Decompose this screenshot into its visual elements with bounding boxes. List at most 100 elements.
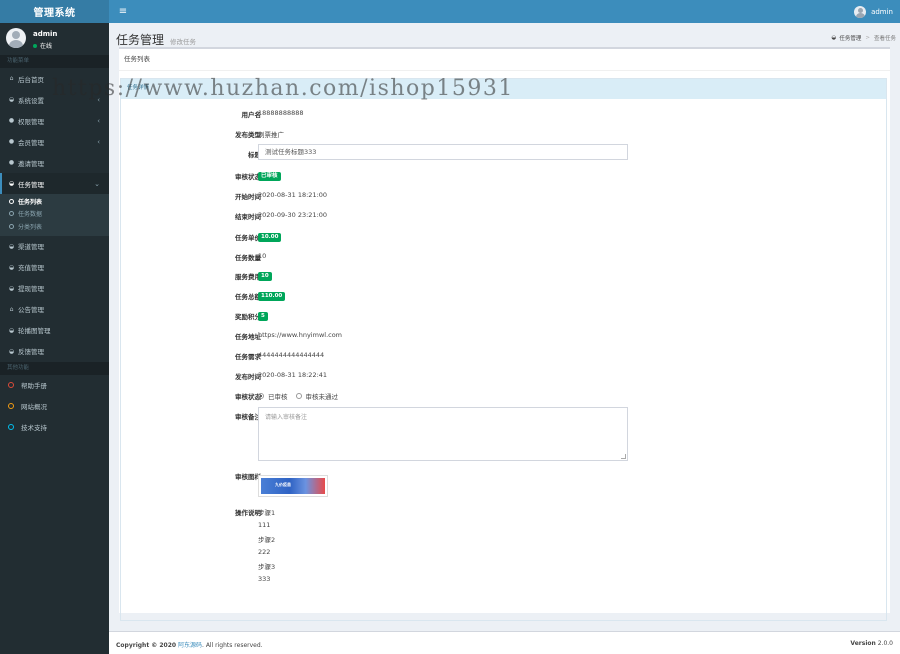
field-label: 操作说明 — [235, 509, 261, 517]
tasks-submenu: 任务列表 任务数据 分类列表 — [0, 194, 109, 236]
nav-user-menu[interactable]: admin — [854, 0, 893, 23]
points-badge: 5 — [258, 312, 268, 321]
sidebar-item-feedback[interactable]: ◒ 反馈管理 — [0, 341, 109, 362]
user-status-text: 在线 — [40, 43, 53, 50]
title-input[interactable]: 测试任务标题333 — [258, 144, 628, 160]
sidebar-item-label: 渠道管理 — [18, 243, 44, 251]
field-label: 奖励积分 — [235, 313, 261, 321]
breadcrumb-current: 查看任务 — [873, 36, 896, 42]
sidebar-item-tasks[interactable]: ◒ 任务管理 ⌄ — [0, 173, 109, 194]
user-avatar-icon — [854, 5, 867, 18]
sidebar-item-settings[interactable]: ◒ 系统设置 ‹ — [0, 89, 109, 110]
sidebar-item-channels[interactable]: ◒ 渠道管理 — [0, 236, 109, 257]
field-label: 标题 — [248, 151, 261, 159]
audit-radio-group: 已审核 审核未通过 — [258, 391, 338, 401]
page-subtitle: 修改任务 — [170, 38, 197, 46]
username-value: 18888888888 — [258, 109, 304, 117]
dashboard-icon: ◒ — [8, 263, 15, 271]
circle-icon — [8, 382, 14, 388]
circle-icon — [9, 211, 14, 217]
sample-image[interactable]: 九价疫苗 — [258, 475, 328, 497]
service-fee-badge: 10 — [258, 272, 272, 281]
sidebar-item-invites[interactable]: ● 邀请管理 — [0, 152, 109, 173]
field-label: 审核图样 — [235, 473, 261, 481]
user-panel: admin 在线 — [0, 23, 109, 55]
task-detail-panel: 任务详情 用户名 18888888888 发布类型 刷票推广 标题 测试任务标题… — [120, 78, 887, 621]
sidebar-item-permissions[interactable]: ● 权限管理 ‹ — [0, 110, 109, 131]
dashboard-icon: ◒ — [8, 347, 15, 355]
sidebar-item-label: 充值管理 — [18, 264, 44, 272]
chevron-left-icon: ‹ — [97, 137, 100, 146]
type-value: 刷票推广 — [258, 131, 284, 139]
field-label: 发布类型 — [235, 131, 261, 139]
sidebar-item-label: 邀请管理 — [18, 159, 44, 168]
circle-icon — [8, 424, 14, 430]
step-line: 步骤1 — [258, 509, 276, 517]
users-icon: ● — [8, 138, 15, 145]
step-line: 222 — [258, 547, 271, 556]
footer-link[interactable]: 阿东源码 — [178, 642, 202, 649]
footer: Copyright © 2020 阿东源码. All rights reserv… — [109, 631, 900, 654]
submenu-item-task-list[interactable]: 任务列表 — [0, 195, 109, 208]
chevron-down-icon: ⌄ — [94, 179, 100, 188]
submenu-item-categories[interactable]: 分类列表 — [0, 220, 109, 233]
unit-price-badge: 10.00 — [258, 233, 282, 242]
home-icon: ⌂ — [9, 75, 14, 82]
dashboard-icon: ◒ — [8, 96, 15, 103]
menu-toggle-icon[interactable]: ≡ — [117, 6, 129, 17]
sidebar-item-help[interactable]: 帮助手册 — [0, 375, 109, 396]
field-label: 审核状态 — [235, 173, 261, 181]
sidebar-item-support[interactable]: 技术支持 — [0, 417, 109, 438]
breadcrumb-home[interactable]: 任务管理 — [839, 34, 861, 42]
end-time-value: 2020-09-30 23:21:00 — [258, 211, 328, 219]
sidebar-item-label: 帮助手册 — [21, 382, 47, 390]
step-line: 步骤2 — [258, 536, 276, 544]
radio-approved-label: 已审核 — [268, 393, 288, 401]
user-status: 在线 — [33, 41, 52, 50]
submenu-item-task-data[interactable]: 任务数据 — [0, 208, 109, 221]
version-label: Version — [850, 640, 876, 647]
field-label: 结束时间 — [235, 213, 261, 221]
chevron-left-icon: ‹ — [97, 116, 100, 125]
menu-header-other: 其他功能 — [0, 361, 109, 375]
top-bar: 管理系统 ≡ admin — [0, 0, 900, 23]
submenu-item-label: 分类列表 — [18, 223, 43, 231]
brand-logo[interactable]: 管理系统 — [0, 0, 109, 23]
content-area: 任务管理 修改任务 ◒ 任务管理 > 查看任务 任务列表 任务详情 用户名 18… — [109, 23, 900, 631]
radio-approved[interactable] — [258, 393, 264, 399]
chevron-left-icon: ‹ — [97, 95, 100, 104]
sidebar-item-label: 系统设置 — [18, 96, 44, 105]
sidebar-item-label: 技术支持 — [21, 424, 47, 432]
sidebar-item-recharge[interactable]: ◒ 充值管理 — [0, 257, 109, 278]
field-label: 审核备注 — [235, 413, 261, 421]
copyright-text: Copyright © 2020 — [116, 642, 177, 649]
submenu-item-label: 任务列表 — [18, 198, 43, 206]
sidebar-item-home[interactable]: ⌂ 后台首页 — [0, 68, 109, 89]
page-header: 任务管理 修改任务 — [116, 31, 196, 48]
box-title: 任务列表 — [119, 49, 890, 71]
radio-rejected[interactable] — [295, 393, 302, 399]
sidebar-item-overview[interactable]: 网站概况 — [0, 396, 109, 417]
sidebar-item-label: 会员管理 — [18, 138, 44, 147]
dashboard-icon: ◒ — [8, 180, 15, 187]
remark-textarea[interactable]: 请输入审核备注 — [258, 407, 628, 461]
users-icon: ● — [8, 159, 15, 166]
points-wrap: 5 — [258, 311, 268, 321]
sidebar-item-carousel[interactable]: ◒ 轮播图管理 — [0, 320, 109, 341]
sidebar-item-withdraw[interactable]: ◒ 提现管理 — [0, 278, 109, 299]
sidebar-item-members[interactable]: ● 会员管理 ‹ — [0, 131, 109, 152]
total-badge: 110.00 — [258, 292, 286, 301]
online-dot-icon — [33, 43, 37, 48]
sidebar-item-notices[interactable]: ⌂ 公告管理 — [0, 299, 109, 320]
total-wrap: 110.00 — [258, 291, 286, 301]
dashboard-icon: ◒ — [8, 284, 15, 292]
field-label: 审核状态 — [235, 393, 261, 401]
requirement-value: 4444444444444444 — [258, 351, 325, 359]
unit-price-wrap: 10.00 — [258, 232, 282, 242]
sidebar-item-label: 反馈管理 — [18, 348, 44, 356]
circle-icon — [9, 198, 14, 204]
task-box: 任务列表 任务详情 用户名 18888888888 发布类型 刷票推广 标题 测… — [119, 47, 890, 621]
field-label: 任务总额 — [235, 293, 261, 301]
version-number: 2.0.0 — [877, 640, 893, 647]
step-line: 333 — [258, 574, 271, 583]
